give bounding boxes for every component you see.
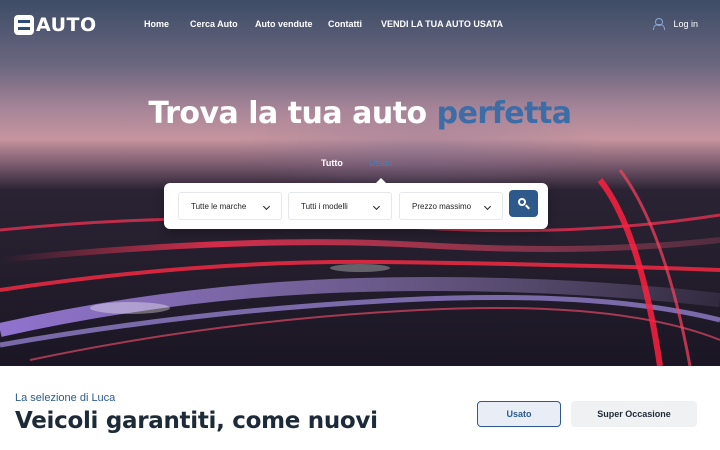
- logo-text: AUTO: [36, 14, 97, 36]
- nav-item-vendi-auto[interactable]: VENDI LA TUA AUTO USATA: [381, 19, 503, 29]
- brand-select-value: Tutte le marche: [191, 201, 247, 211]
- hero-headline: Trova la tua auto perfetta: [0, 96, 720, 131]
- chevron-down-icon: [483, 202, 492, 211]
- model-select-value: Tutti i modelli: [301, 201, 348, 211]
- chevron-down-icon: [262, 202, 271, 211]
- nav-item-auto-vendute[interactable]: Auto vendute: [255, 19, 313, 29]
- search-button[interactable]: [509, 190, 538, 217]
- search-panel: Tutte le marche Tutti i modelli Prezzo m…: [164, 178, 548, 229]
- section-subtitle: La selezione di Luca: [15, 392, 116, 404]
- filter-usato-button[interactable]: Usato: [477, 401, 561, 427]
- chevron-down-icon: [372, 202, 381, 211]
- brand-select[interactable]: Tutte le marche: [178, 192, 282, 220]
- tab-pointer: [376, 178, 386, 183]
- tab-tutto[interactable]: Tutto: [321, 158, 343, 168]
- price-select[interactable]: Prezzo massimo: [399, 192, 503, 220]
- nav-item-cerca-auto[interactable]: Cerca Auto: [190, 19, 238, 29]
- model-select[interactable]: Tutti i modelli: [288, 192, 392, 220]
- section-title: Veicoli garantiti, come nuovi: [15, 408, 378, 434]
- filter-super-occasione-button[interactable]: Super Occasione: [571, 401, 697, 427]
- headline-main: Trova la tua auto: [148, 96, 437, 131]
- headline-accent: perfetta: [436, 96, 572, 131]
- nav-item-home[interactable]: Home: [144, 19, 169, 29]
- logo-mark-icon: [14, 15, 34, 35]
- price-select-value: Prezzo massimo: [412, 201, 472, 211]
- nav-item-contatti[interactable]: Contatti: [328, 19, 362, 29]
- login-link[interactable]: Log in: [653, 18, 698, 30]
- login-label: Log in: [673, 18, 698, 29]
- search-icon-handle: [525, 204, 530, 210]
- tab-usato[interactable]: Usato: [369, 158, 393, 168]
- user-icon: [653, 18, 666, 30]
- logo[interactable]: AUTO: [14, 14, 97, 36]
